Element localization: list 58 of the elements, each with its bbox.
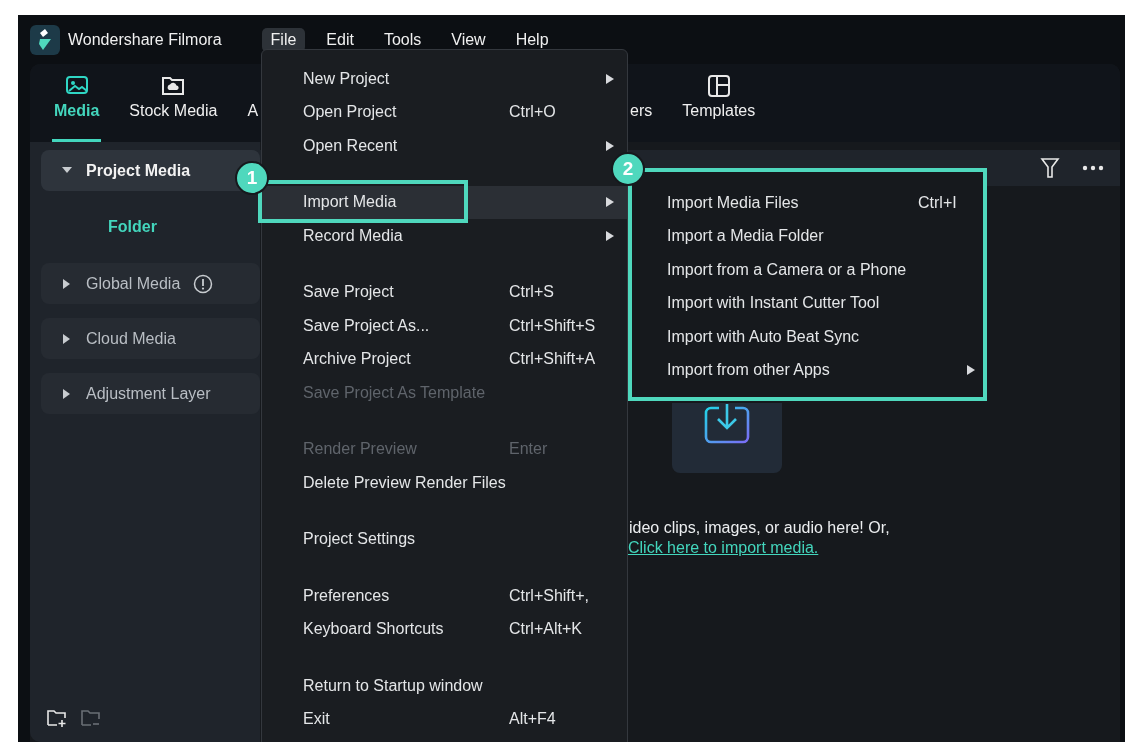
menu-bar-item[interactable]: View bbox=[442, 27, 495, 52]
menu-item[interactable]: Import Media Files Ctrl+I bbox=[632, 186, 983, 220]
shortcut-text: Alt+F4 bbox=[509, 710, 557, 729]
menu-item[interactable]: Exit Alt+F4 bbox=[262, 702, 627, 736]
menu-item[interactable]: Import a Media Folder bbox=[632, 219, 983, 253]
shortcut-text: Ctrl+Alt+K bbox=[509, 620, 583, 639]
menu-bar-item[interactable]: Edit bbox=[317, 27, 363, 52]
shortcut-text: Ctrl+S bbox=[509, 283, 555, 302]
sidebar-item[interactable]: Adjustment Layer bbox=[41, 373, 260, 414]
menu-bar-item[interactable]: Help bbox=[506, 27, 558, 52]
shortcut-text: Ctrl+O bbox=[509, 103, 557, 122]
menu-item[interactable]: Project Settings bbox=[262, 522, 627, 556]
shortcut-text: Ctrl+Shift+S bbox=[509, 316, 597, 335]
tab[interactable]: ers bbox=[628, 64, 655, 142]
submenu-arrow-icon bbox=[605, 139, 615, 152]
menu-bar-item[interactable]: File bbox=[261, 27, 306, 52]
menu-item[interactable]: Record Media bbox=[262, 219, 627, 253]
menu-item[interactable]: Import Media bbox=[262, 185, 627, 219]
app-logo-icon bbox=[30, 24, 60, 55]
info-icon[interactable] bbox=[193, 273, 214, 294]
menu-item[interactable]: Import from a Camera or a Phone bbox=[632, 253, 983, 287]
menu-item[interactable]: Save Project Ctrl+S bbox=[262, 275, 627, 309]
menu-item[interactable]: Import with Instant Cutter Tool bbox=[632, 286, 983, 320]
shortcut-text: Ctrl+I bbox=[918, 193, 958, 212]
import-link[interactable]: Click here to import media. bbox=[628, 539, 819, 557]
tab[interactable]: A bbox=[245, 64, 261, 142]
filter-icon[interactable] bbox=[1040, 157, 1060, 179]
menu-item[interactable]: Import with Auto Beat Sync bbox=[632, 320, 983, 354]
layout-icon bbox=[706, 74, 731, 98]
submenu-arrow-icon bbox=[605, 196, 615, 209]
import-drop-tile[interactable] bbox=[672, 403, 782, 473]
new-folder-icon[interactable] bbox=[46, 708, 68, 728]
tab[interactable]: Stock Media bbox=[127, 64, 220, 142]
menu-item[interactable]: Preferences Ctrl+Shift+, bbox=[262, 579, 627, 613]
app-title: Wondershare Filmora bbox=[68, 30, 222, 49]
menu-item[interactable]: Open Project Ctrl+O bbox=[262, 95, 627, 129]
import-hint-text: ideo clips, images, or audio here! Or, bbox=[629, 519, 891, 537]
sidebar-item[interactable]: Global Media bbox=[41, 263, 260, 304]
shortcut-text: Enter bbox=[509, 440, 549, 459]
sidebar-item[interactable]: Cloud Media bbox=[41, 318, 260, 359]
tab[interactable]: Templates bbox=[680, 64, 758, 142]
menu-item[interactable]: New Project bbox=[262, 62, 627, 96]
submenu-arrow-icon bbox=[966, 364, 976, 377]
submenu-arrow-icon bbox=[605, 72, 615, 85]
menu-item[interactable]: Keyboard Shortcuts Ctrl+Alt+K bbox=[262, 612, 627, 646]
sidebar-folder[interactable]: Folder bbox=[41, 205, 157, 249]
menu-item[interactable]: Return to Startup window bbox=[262, 669, 627, 703]
menu-item[interactable]: Delete Preview Render Files bbox=[262, 466, 627, 500]
menu-item[interactable]: Import from other Apps bbox=[632, 353, 983, 387]
more-icon[interactable] bbox=[1082, 165, 1104, 171]
menu-item[interactable]: Archive Project Ctrl+Shift+A bbox=[262, 342, 627, 376]
menu-item[interactable]: Save Project As... Ctrl+Shift+S bbox=[262, 309, 627, 343]
menu-bar-item[interactable]: Tools bbox=[374, 27, 431, 52]
cloud-folder-icon bbox=[161, 74, 186, 98]
shortcut-text: Ctrl+Shift+, bbox=[509, 586, 591, 605]
submenu-arrow-icon bbox=[605, 229, 615, 242]
shortcut-text: Ctrl+Shift+A bbox=[509, 350, 597, 369]
remove-folder-icon[interactable] bbox=[80, 708, 102, 728]
